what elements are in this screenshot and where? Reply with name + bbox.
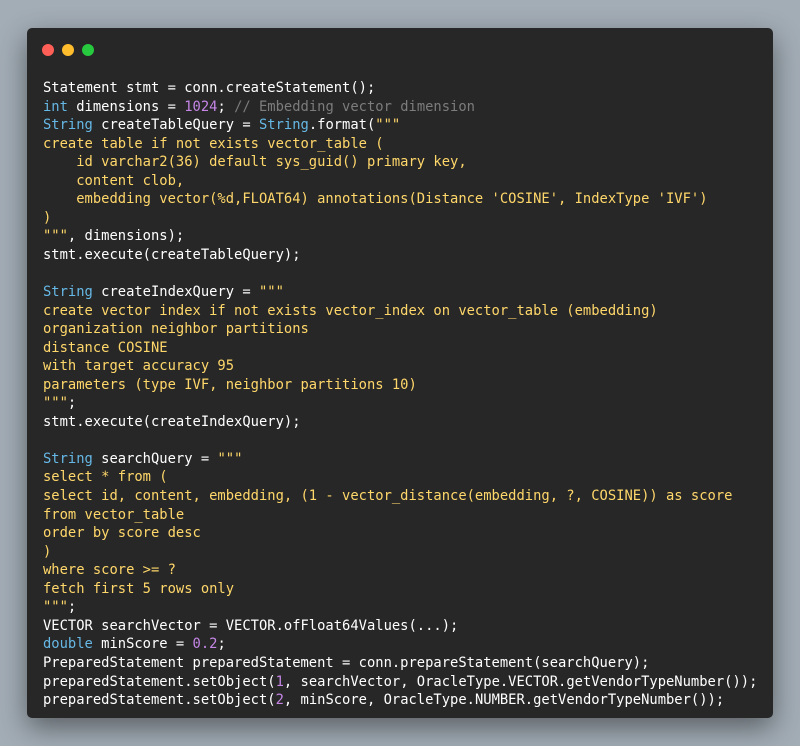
code-token-string: )	[43, 209, 52, 226]
code-token-plain: dimensions =	[67, 98, 185, 115]
code-token-plain: Statement stmt = conn.createStatement();	[43, 80, 376, 96]
code-line: from vector_table	[43, 506, 757, 525]
code-token-plain: ;	[67, 395, 77, 412]
code-line: select * from (	[43, 468, 757, 487]
code-token-plain: PreparedStatement preparedStatement = co…	[43, 654, 650, 671]
code-token-number: 2	[275, 692, 284, 709]
code-line: stmt.execute(createIndexQuery);	[43, 413, 757, 432]
maximize-button[interactable]	[82, 44, 94, 56]
code-token-string: """	[43, 395, 68, 412]
code-token-plain: stmt.execute(createTableQuery);	[43, 246, 301, 263]
code-token-plain: minScore =	[92, 636, 193, 653]
code-line: fetch first 5 rows only	[43, 580, 757, 599]
code-line: Statement stmt = conn.createStatement();	[43, 79, 757, 98]
code-token-comment: // Embedding vector dimension	[234, 98, 475, 115]
code-line: stmt.execute(createTableQuery);	[43, 246, 757, 265]
code-line: content clob,	[43, 172, 757, 191]
code-line: select id, content, embedding, (1 - vect…	[43, 487, 757, 506]
code-line: order by score desc	[43, 524, 757, 543]
code-token-string: fetch first 5 rows only	[43, 580, 235, 597]
code-token-string: embedding vector(%d,FLOAT64) annotations…	[43, 191, 708, 208]
code-token-string: where score >= ?	[43, 562, 176, 579]
code-window: Statement stmt = conn.createStatement();…	[27, 28, 773, 718]
code-token-plain: createIndexQuery =	[92, 284, 259, 301]
code-token-string: """	[217, 450, 243, 467]
code-token-string: id varchar2(36) default sys_guid() prima…	[43, 154, 467, 171]
code-line: preparedStatement.setObject(2, minScore,…	[43, 691, 757, 710]
code-token-plain: .format(	[308, 117, 376, 134]
code-line: double minScore = 0.2;	[43, 635, 757, 654]
code-line: """, dimensions);	[43, 227, 757, 246]
code-line: int dimensions = 1024; // Embedding vect…	[43, 98, 757, 117]
code-token-string: select id, content, embedding, (1 - vect…	[43, 488, 733, 505]
code-token-keyword: String	[43, 117, 93, 134]
code-token-plain: , dimensions);	[67, 228, 185, 245]
code-line: VECTOR searchVector = VECTOR.ofFloat64Va…	[43, 617, 757, 636]
code-line: )	[43, 209, 757, 228]
code-token-plain: , searchVector, OracleType.VECTOR.getVen…	[283, 673, 758, 690]
code-token-number: 1024	[184, 98, 218, 115]
code-token-string: create table if not exists vector_table …	[43, 135, 384, 152]
code-line: """;	[43, 394, 757, 413]
code-line: distance COSINE	[43, 339, 757, 358]
code-block: Statement stmt = conn.createStatement();…	[43, 79, 757, 710]
code-token-string: order by score desc	[43, 525, 201, 542]
code-line: id varchar2(36) default sys_guid() prima…	[43, 153, 757, 172]
code-line: String createTableQuery = String.format(…	[43, 116, 757, 135]
code-token-string: with target accuracy 95	[43, 358, 235, 375]
code-token-string: """	[43, 228, 68, 245]
code-token-number: 1	[275, 673, 284, 690]
code-line: embedding vector(%d,FLOAT64) annotations…	[43, 190, 757, 209]
code-line: )	[43, 543, 757, 562]
code-line: create table if not exists vector_table …	[43, 135, 757, 154]
code-line: where score >= ?	[43, 561, 757, 580]
code-token-plain: ;	[217, 98, 235, 115]
code-line: organization neighbor partitions	[43, 320, 757, 339]
code-token-plain: preparedStatement.setObject(	[43, 692, 276, 709]
minimize-button[interactable]	[62, 44, 74, 56]
code-token-string: from vector_table	[43, 506, 185, 523]
code-token-string: create vector index if not exists vector…	[43, 302, 658, 319]
code-token-string: """	[375, 117, 401, 134]
code-token-string: )	[43, 543, 52, 560]
code-token-string: """	[258, 284, 284, 301]
code-line: String searchQuery = """	[43, 450, 757, 469]
code-token-keyword: String	[258, 117, 309, 134]
code-token-plain: createTableQuery =	[92, 117, 259, 134]
code-token-string: distance COSINE	[43, 339, 168, 356]
code-token-string: content clob,	[43, 172, 185, 189]
code-token-plain: ;	[217, 636, 226, 653]
code-token-plain: ;	[67, 599, 77, 616]
close-button[interactable]	[42, 44, 54, 56]
code-token-string: select * from (	[43, 469, 168, 486]
code-token-plain: searchQuery =	[92, 450, 218, 467]
code-token-plain: , minScore, OracleType.NUMBER.getVendorT…	[283, 692, 725, 709]
code-token-keyword: int	[43, 98, 68, 115]
code-token-plain: stmt.execute(createIndexQuery);	[43, 413, 301, 430]
code-line: create vector index if not exists vector…	[43, 302, 757, 321]
code-token-keyword: double	[43, 636, 93, 653]
code-line: String createIndexQuery = """	[43, 283, 757, 302]
code-line: PreparedStatement preparedStatement = co…	[43, 654, 757, 673]
window-controls	[42, 44, 94, 56]
code-token-number: 0.2	[192, 636, 218, 653]
code-token-string: organization neighbor partitions	[43, 321, 309, 338]
code-token-keyword: String	[43, 450, 93, 467]
code-line: parameters (type IVF, neighbor partition…	[43, 376, 757, 395]
code-token-keyword: String	[43, 284, 93, 301]
code-token-plain: preparedStatement.setObject(	[43, 673, 276, 690]
code-line: with target accuracy 95	[43, 357, 757, 376]
code-token-plain: VECTOR searchVector = VECTOR.ofFloat64Va…	[43, 617, 459, 634]
code-token-string: parameters (type IVF, neighbor partition…	[43, 376, 417, 393]
code-token-string: """	[43, 599, 68, 616]
code-line: preparedStatement.setObject(1, searchVec…	[43, 673, 757, 692]
code-line: """;	[43, 598, 757, 617]
